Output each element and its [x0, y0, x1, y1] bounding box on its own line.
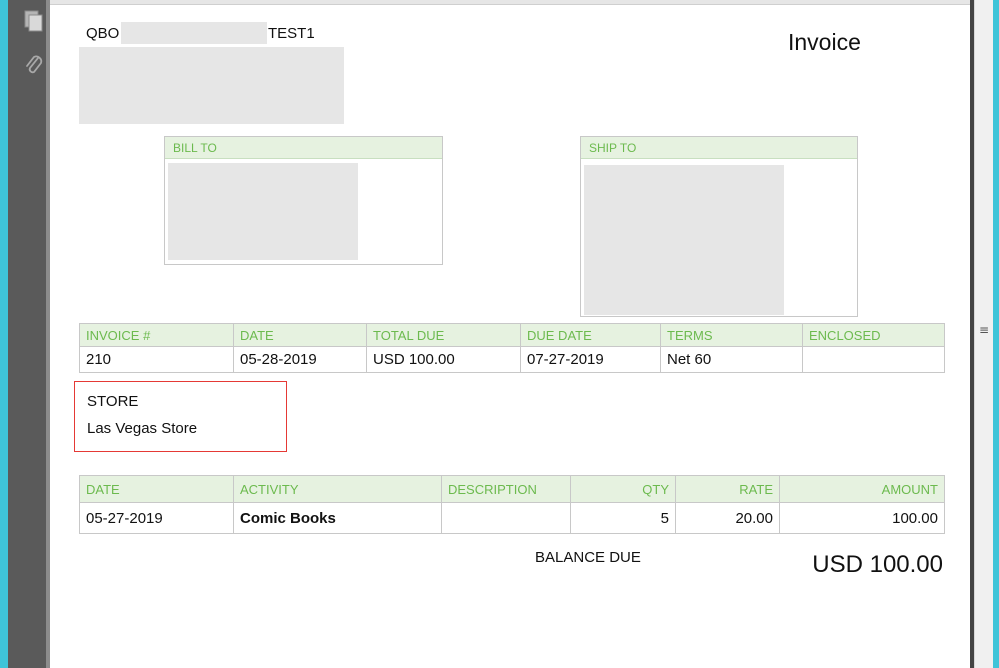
window-edge-left — [0, 0, 8, 668]
bill-to-box: BILL TO — [164, 136, 443, 265]
summary-header: ENCLOSED — [802, 323, 945, 347]
scroll-grip-icon[interactable]: ≡ — [979, 322, 989, 338]
ship-to-box: SHIP TO — [580, 136, 858, 317]
summary-header: INVOICE # — [79, 323, 234, 347]
store-label: STORE — [87, 393, 139, 410]
line-header-date: DATE — [79, 475, 234, 503]
line-header-rate: RATE — [675, 475, 780, 503]
store-value: Las Vegas Store — [87, 420, 198, 437]
line-header-activity: ACTIVITY — [233, 475, 442, 503]
invoice-date: 05-28-2019 — [233, 346, 367, 373]
summary-value-row: 210 05-28-2019 USD 100.00 07-27-2019 Net… — [79, 346, 945, 373]
summary-header: DUE DATE — [520, 323, 661, 347]
invoice-number: 210 — [79, 346, 234, 373]
due-date: 07-27-2019 — [520, 346, 661, 373]
store-highlight-box: STORE Las Vegas Store — [74, 381, 287, 452]
line-items-table: DATE ACTIVITY DESCRIPTION QTY RATE AMOUN… — [79, 475, 945, 534]
line-header-description: DESCRIPTION — [441, 475, 571, 503]
redacted-bill-to-address — [168, 163, 358, 260]
vertical-scrollbar[interactable]: ≡ — [974, 0, 994, 668]
balance-due-amount: USD 100.00 — [812, 551, 943, 578]
document-top-edge — [50, 0, 970, 5]
redacted-company-address — [79, 47, 344, 124]
paperclip-icon[interactable] — [21, 52, 47, 78]
line-rate: 20.00 — [675, 502, 780, 534]
company-prefix: QBO — [86, 25, 120, 42]
line-amount: 100.00 — [779, 502, 945, 534]
window-edge-right — [993, 0, 999, 668]
line-activity: Comic Books — [233, 502, 442, 534]
table-row: 05-27-2019 Comic Books 5 20.00 100.00 — [79, 502, 945, 534]
invoice-title: Invoice — [788, 29, 861, 55]
terms: Net 60 — [660, 346, 803, 373]
enclosed — [802, 346, 945, 373]
line-qty: 5 — [570, 502, 676, 534]
summary-header: TERMS — [660, 323, 803, 347]
side-toolbar — [8, 0, 46, 668]
line-description — [441, 502, 571, 534]
invoice-summary-table: INVOICE # DATE TOTAL DUE DUE DATE TERMS … — [79, 323, 945, 373]
redacted-ship-to-address — [584, 165, 784, 315]
redacted-company-name — [121, 22, 267, 44]
summary-header: TOTAL DUE — [366, 323, 521, 347]
total-due: USD 100.00 — [366, 346, 521, 373]
balance-due-label: BALANCE DUE — [535, 549, 641, 566]
summary-header-row: INVOICE # DATE TOTAL DUE DUE DATE TERMS … — [79, 323, 945, 347]
line-date: 05-27-2019 — [79, 502, 234, 534]
company-suffix: TEST1 — [268, 25, 315, 42]
line-items-header-row: DATE ACTIVITY DESCRIPTION QTY RATE AMOUN… — [79, 475, 945, 503]
bill-to-label: BILL TO — [165, 137, 442, 159]
line-header-qty: QTY — [570, 475, 676, 503]
toolbar-divider — [46, 0, 50, 668]
ship-to-label: SHIP TO — [581, 137, 857, 159]
pages-icon[interactable] — [21, 9, 47, 35]
line-header-amount: AMOUNT — [779, 475, 945, 503]
summary-header: DATE — [233, 323, 367, 347]
